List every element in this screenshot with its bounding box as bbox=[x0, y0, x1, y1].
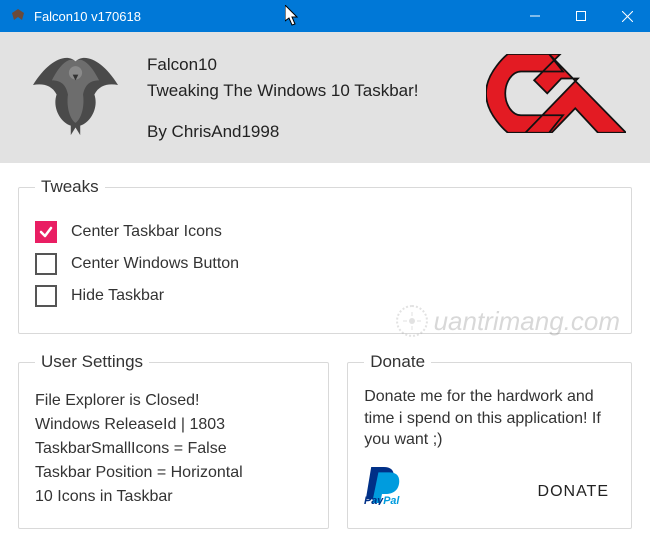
donate-legend: Donate bbox=[364, 352, 431, 372]
tweaks-legend: Tweaks bbox=[35, 177, 105, 197]
tweaks-group: Tweaks Center Taskbar Icons Center Windo… bbox=[18, 177, 632, 334]
setting-line: Taskbar Position = Horizontal bbox=[35, 464, 312, 482]
content-area: Tweaks Center Taskbar Icons Center Windo… bbox=[0, 163, 650, 545]
checkbox-icon[interactable] bbox=[35, 221, 57, 243]
tweak-center-taskbar-icons[interactable]: Center Taskbar Icons bbox=[35, 221, 615, 243]
header-banner: Falcon10 Tweaking The Windows 10 Taskbar… bbox=[0, 32, 650, 163]
minimize-button[interactable] bbox=[512, 0, 558, 32]
setting-line: 10 Icons in Taskbar bbox=[35, 488, 312, 506]
ca-logo bbox=[486, 54, 626, 138]
tweak-label: Center Windows Button bbox=[71, 255, 239, 273]
window-titlebar: Falcon10 v170618 bbox=[0, 0, 650, 32]
tweak-label: Center Taskbar Icons bbox=[71, 223, 222, 241]
eagle-icon bbox=[28, 52, 123, 137]
user-settings-group: User Settings File Explorer is Closed! W… bbox=[18, 352, 329, 529]
tweak-label: Hide Taskbar bbox=[71, 287, 164, 305]
donate-text: Donate me for the hardwork and time i sp… bbox=[364, 386, 615, 451]
paypal-logo[interactable]: PayPal bbox=[364, 465, 436, 505]
checkbox-icon[interactable] bbox=[35, 285, 57, 307]
setting-line: Windows ReleaseId | 1803 bbox=[35, 416, 312, 434]
header-text: Falcon10 Tweaking The Windows 10 Taskbar… bbox=[147, 52, 462, 145]
window-controls bbox=[512, 0, 650, 32]
window-title: Falcon10 v170618 bbox=[34, 9, 512, 24]
maximize-button[interactable] bbox=[558, 0, 604, 32]
app-icon bbox=[10, 8, 26, 24]
setting-line: File Explorer is Closed! bbox=[35, 392, 312, 410]
tweak-hide-taskbar[interactable]: Hide Taskbar bbox=[35, 285, 615, 307]
donate-button[interactable]: DONATE bbox=[532, 479, 615, 505]
svg-text:PayPal: PayPal bbox=[364, 495, 400, 505]
app-name: Falcon10 bbox=[147, 52, 462, 78]
close-button[interactable] bbox=[604, 0, 650, 32]
setting-line: TaskbarSmallIcons = False bbox=[35, 440, 312, 458]
user-settings-legend: User Settings bbox=[35, 352, 149, 372]
tweak-center-windows-button[interactable]: Center Windows Button bbox=[35, 253, 615, 275]
app-byline: By ChrisAnd1998 bbox=[147, 119, 462, 145]
checkbox-icon[interactable] bbox=[35, 253, 57, 275]
app-tagline: Tweaking The Windows 10 Taskbar! bbox=[147, 78, 462, 104]
donate-group: Donate Donate me for the hardwork and ti… bbox=[347, 352, 632, 529]
